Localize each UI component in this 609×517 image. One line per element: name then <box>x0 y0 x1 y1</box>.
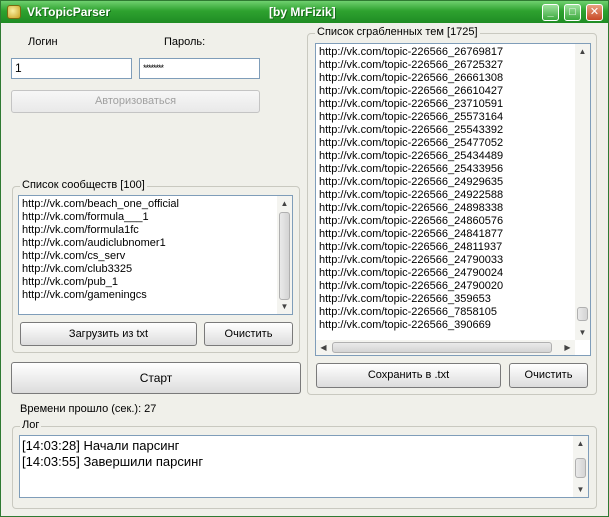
topics-group: Список сграбленных тем [1725] http://vk.… <box>307 26 597 395</box>
topic-list-item[interactable]: http://vk.com/topic-226566_24790033 <box>316 254 590 267</box>
communities-group: Список сообществ [100] http://vk.com/bea… <box>12 179 300 353</box>
scroll-thumb[interactable] <box>575 458 586 478</box>
community-list-item[interactable]: http://vk.com/formula___1 <box>19 211 292 224</box>
close-button[interactable]: ✕ <box>586 4 603 21</box>
topic-list-item[interactable]: http://vk.com/topic-226566_23710591 <box>316 98 590 111</box>
log-scrollbar[interactable]: ▲ ▼ <box>573 436 588 497</box>
community-list-item[interactable]: http://vk.com/club3325 <box>19 263 292 276</box>
topic-list-item[interactable]: http://vk.com/topic-226566_24922588 <box>316 189 590 202</box>
scroll-left-icon[interactable]: ◀ <box>316 340 331 355</box>
maximize-button[interactable]: □ <box>564 4 581 21</box>
window-title: VkTopicParser <box>27 5 111 19</box>
topics-list[interactable]: http://vk.com/topic-226566_26769817 http:… <box>315 43 591 356</box>
topic-list-item[interactable]: http://vk.com/topic-226566_26610427 <box>316 85 590 98</box>
login-input[interactable]: 1 <box>11 58 132 79</box>
scroll-up-icon[interactable]: ▲ <box>277 196 292 211</box>
community-list-item[interactable]: http://vk.com/cs_serv <box>19 250 292 263</box>
topic-list-item[interactable]: http://vk.com/topic-226566_390669 <box>316 319 590 332</box>
topics-horizontal-scrollbar[interactable]: ◀ ▶ <box>316 340 575 355</box>
app-icon <box>7 5 21 19</box>
topic-list-item[interactable]: http://vk.com/topic-226566_25477052 <box>316 137 590 150</box>
community-list-item[interactable]: http://vk.com/formula1fc <box>19 224 292 237</box>
scroll-down-icon[interactable]: ▼ <box>575 325 590 340</box>
log-line[interactable]: [14:03:55] Завершили парсинг <box>20 454 588 470</box>
communities-group-title: Список сообществ [100] <box>20 179 147 191</box>
topic-list-item[interactable]: http://vk.com/topic-226566_26725327 <box>316 59 590 72</box>
start-button[interactable]: Старт <box>11 362 301 394</box>
topic-list-item[interactable]: http://vk.com/topic-226566_24841877 <box>316 228 590 241</box>
log-group-title: Лог <box>20 419 42 431</box>
login-label: Логин <box>28 36 58 48</box>
scroll-down-icon[interactable]: ▼ <box>277 299 292 314</box>
minimize-button[interactable]: _ <box>542 4 559 21</box>
clear-communities-button[interactable]: Очистить <box>204 322 293 346</box>
log-line[interactable]: [14:03:28] Начали парсинг <box>20 438 588 454</box>
title-bar[interactable]: VkTopicParser [by MrFizik] _ □ ✕ <box>1 1 608 23</box>
topics-group-title: Список сграбленных тем [1725] <box>315 26 480 38</box>
topic-list-item[interactable]: http://vk.com/topic-226566_24811937 <box>316 241 590 254</box>
community-list-item[interactable]: http://vk.com/gameningcs <box>19 289 292 302</box>
scroll-right-icon[interactable]: ▶ <box>560 340 575 355</box>
clear-topics-button[interactable]: Очистить <box>509 363 588 388</box>
app-window: VkTopicParser [by MrFizik] _ □ ✕ Логин П… <box>0 0 609 517</box>
scroll-thumb[interactable] <box>279 212 290 300</box>
scroll-thumb[interactable] <box>577 307 588 321</box>
log-group: Лог [14:03:28] Начали парсинг [14:03:55] … <box>12 419 597 509</box>
scroll-down-icon[interactable]: ▼ <box>573 482 588 497</box>
password-input[interactable]: ******** <box>139 58 260 79</box>
topic-list-item[interactable]: http://vk.com/topic-226566_359653 <box>316 293 590 306</box>
topic-list-item[interactable]: http://vk.com/topic-226566_24860576 <box>316 215 590 228</box>
log-textbox[interactable]: [14:03:28] Начали парсинг [14:03:55] Заве… <box>19 435 589 498</box>
topics-vertical-scrollbar[interactable]: ▲ ▼ <box>575 44 590 340</box>
topic-list-item[interactable]: http://vk.com/topic-226566_25543392 <box>316 124 590 137</box>
topic-list-item[interactable]: http://vk.com/topic-226566_24929635 <box>316 176 590 189</box>
community-list-item[interactable]: http://vk.com/audiclubnomer1 <box>19 237 292 250</box>
authorize-button[interactable]: Авторизоваться <box>11 90 260 113</box>
load-from-txt-button[interactable]: Загрузить из txt <box>20 322 197 346</box>
topic-list-item[interactable]: http://vk.com/topic-226566_25573164 <box>316 111 590 124</box>
topic-list-item[interactable]: http://vk.com/topic-226566_24790024 <box>316 267 590 280</box>
community-list-item[interactable]: http://vk.com/beach_one_official <box>19 198 292 211</box>
topic-list-item[interactable]: http://vk.com/topic-226566_25434489 <box>316 150 590 163</box>
topic-list-item[interactable]: http://vk.com/topic-226566_25433956 <box>316 163 590 176</box>
password-label: Пароль: <box>164 36 206 48</box>
scroll-up-icon[interactable]: ▲ <box>573 436 588 451</box>
topic-list-item[interactable]: http://vk.com/topic-226566_26769817 <box>316 46 590 59</box>
save-to-txt-button[interactable]: Сохранить в .txt <box>316 363 501 388</box>
topic-list-item[interactable]: http://vk.com/topic-226566_26661308 <box>316 72 590 85</box>
community-list-item[interactable]: http://vk.com/pub_1 <box>19 276 292 289</box>
scroll-up-icon[interactable]: ▲ <box>575 44 590 59</box>
communities-scrollbar[interactable]: ▲ ▼ <box>277 196 292 314</box>
topic-list-item[interactable]: http://vk.com/topic-226566_24790020 <box>316 280 590 293</box>
window-subtitle: [by MrFizik] <box>269 5 336 19</box>
communities-list[interactable]: http://vk.com/beach_one_official http://v… <box>18 195 293 315</box>
elapsed-time-text: Времени прошло (сек.): 27 <box>20 403 157 415</box>
topic-list-item[interactable]: http://vk.com/topic-226566_24898338 <box>316 202 590 215</box>
scroll-thumb[interactable] <box>332 342 552 353</box>
topic-list-item[interactable]: http://vk.com/topic-226566_7858105 <box>316 306 590 319</box>
